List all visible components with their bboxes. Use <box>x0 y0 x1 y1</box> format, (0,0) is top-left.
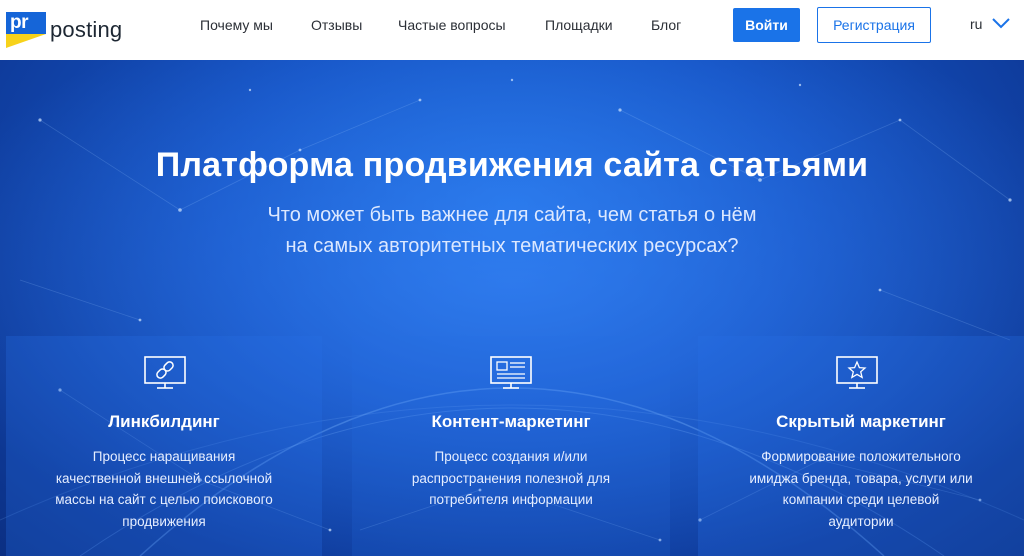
feature-description-content-marketing: Процесс создания и/или распространения п… <box>352 446 670 511</box>
logo-name: posting <box>50 17 123 42</box>
hero-title: Платформа продвижения сайта статьями <box>155 146 869 184</box>
nav-link-blog[interactable]: Блог <box>651 17 681 33</box>
feature-description-hidden-marketing: Формирование положительного имиджа бренд… <box>698 446 1024 532</box>
article-monitor-icon <box>490 356 532 389</box>
hero-subtitle: Что может быть важнее для сайта, чем ста… <box>212 200 812 262</box>
feature-description-line: имиджа бренда, товара, услуги или <box>749 470 973 486</box>
chevron-down-icon[interactable] <box>992 17 1010 29</box>
feature-description-line: Процесс создания и/или <box>434 449 588 464</box>
hero-subtitle-line-1: Что может быть важнее для сайта, чем ста… <box>267 204 757 226</box>
language-current[interactable]: ru <box>970 16 982 32</box>
feature-title-content-marketing: Контент-маркетинг <box>431 412 591 431</box>
feature-title-hidden-marketing: Скрытый маркетинг <box>776 412 946 431</box>
feature-description-line: Процесс наращивания <box>92 449 236 464</box>
feature-description-line: распространения полезной для <box>411 470 611 486</box>
register-button[interactable]: Регистрация <box>817 7 931 43</box>
feature-description-line: компании среди целевой <box>782 492 940 507</box>
feature-description-linkbuilding: Процесс наращивания качественной внешней… <box>6 446 322 532</box>
nav-link-platforms[interactable]: Площадки <box>545 17 613 33</box>
feature-description-line: аудитории <box>828 513 894 529</box>
logo-mark: pr <box>6 12 46 48</box>
login-button[interactable]: Войти <box>733 8 800 42</box>
hero-subtitle-line-2: на самых авторитетных тематических ресур… <box>285 235 739 257</box>
feature-description-line: продвижения <box>122 513 206 529</box>
feature-description-line: массы на сайт с целью поискового <box>55 492 273 507</box>
feature-title-linkbuilding: Линкбилдинг <box>108 412 220 431</box>
nav-link-reviews[interactable]: Отзывы <box>311 17 362 33</box>
star-monitor-icon <box>836 356 878 389</box>
feature-description-line: качественной внешней ссылочной <box>55 470 273 486</box>
nav-link-faq[interactable]: Частые вопросы <box>398 17 506 33</box>
nav-link-why-us[interactable]: Почему мы <box>200 17 273 33</box>
feature-description-line: Формирование положительного <box>761 449 961 464</box>
hero-section: Платформа продвижения сайта статьями Что… <box>0 60 1024 556</box>
link-monitor-icon <box>144 356 186 389</box>
feature-description-line: потребителя информации <box>429 492 593 507</box>
brand-logo[interactable]: pr posting <box>6 12 122 48</box>
site-header: pr posting Почему мы Отзывы Частые вопро… <box>0 0 1024 60</box>
logo-mark-text: pr <box>10 12 29 33</box>
